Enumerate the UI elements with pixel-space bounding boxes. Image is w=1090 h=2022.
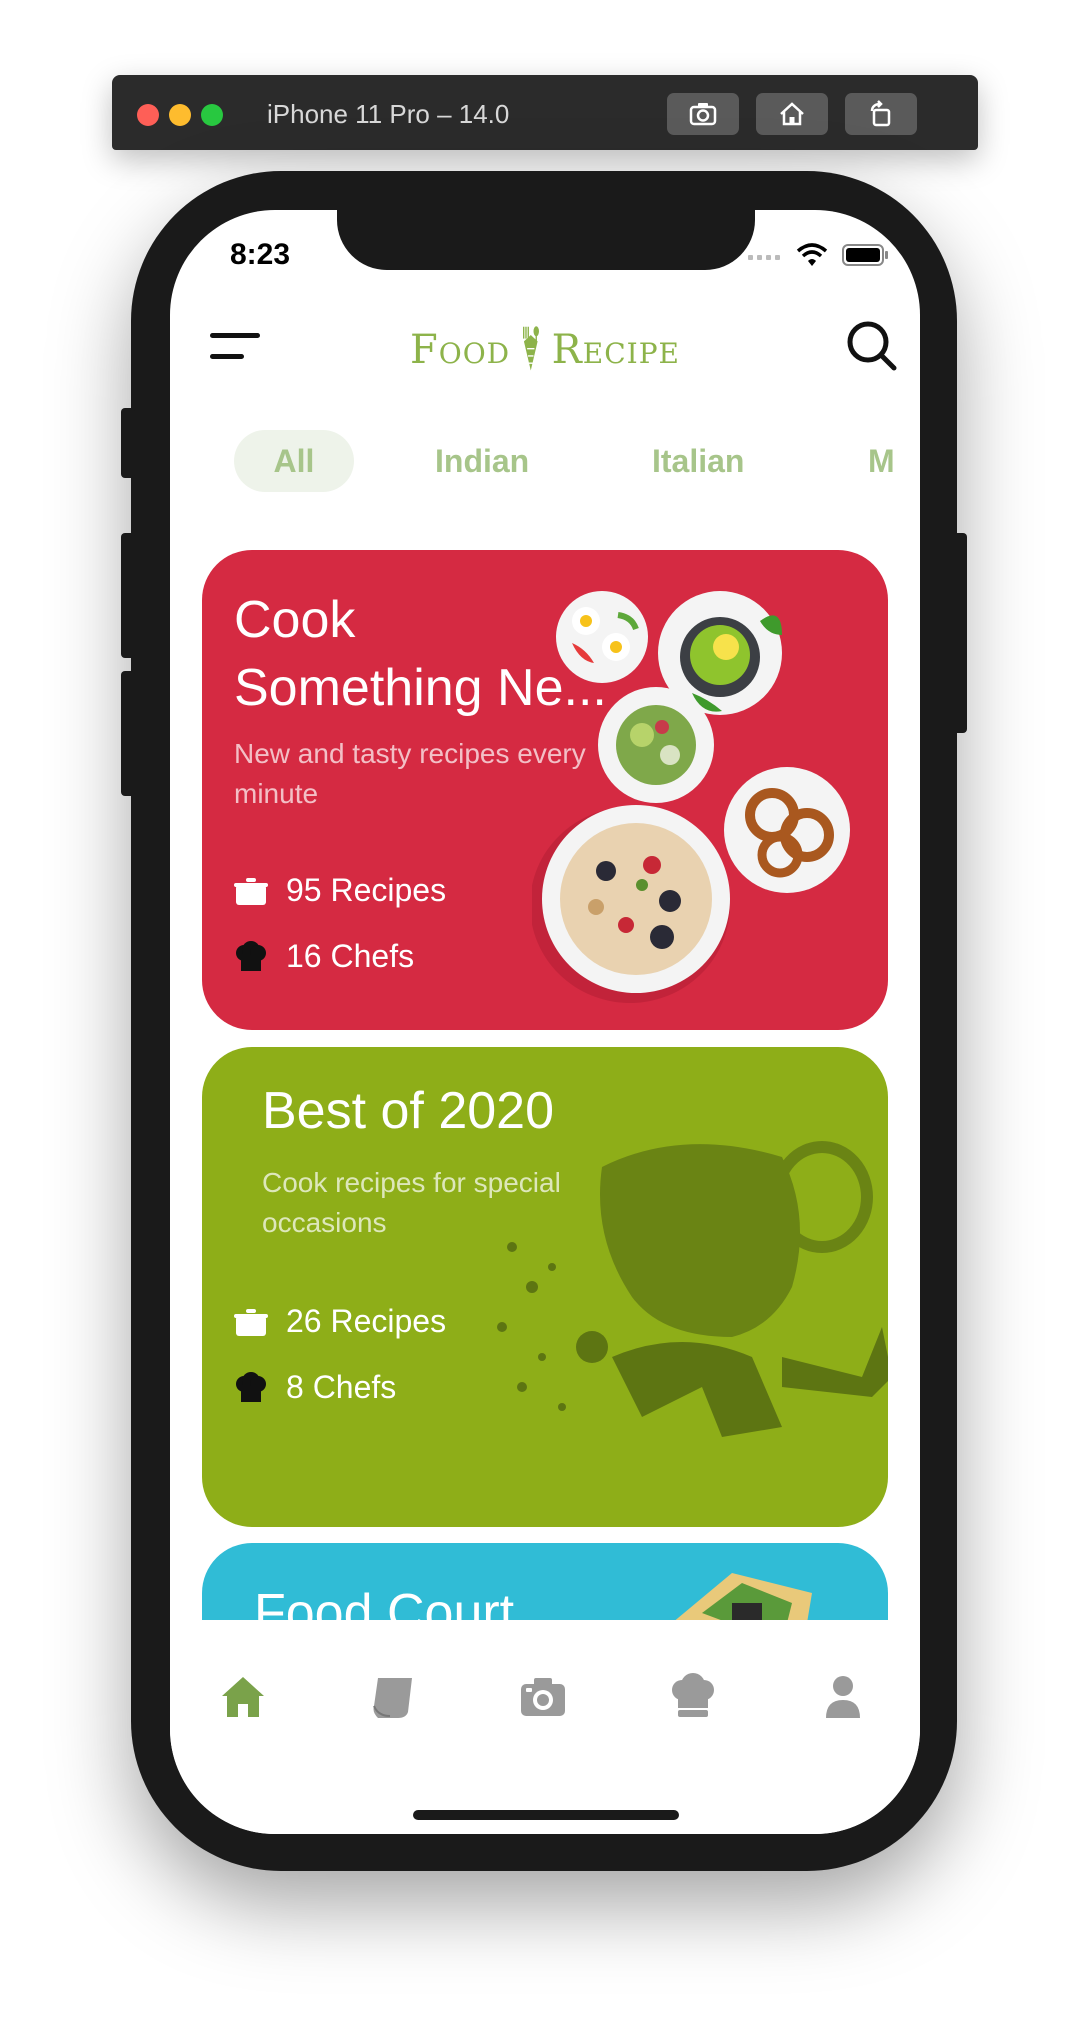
mute-switch (121, 408, 135, 478)
status-time: 8:23 (230, 238, 291, 271)
wifi-icon (796, 243, 828, 266)
card-subtitle: Cook recipes for special occasions (262, 1167, 561, 1238)
volume-down-button (121, 671, 135, 796)
recipe-card-new[interactable]: Cook Something Ne... New and tasty recip… (202, 550, 888, 1030)
screenshot-icon (689, 103, 717, 126)
chefs-count-label: 8 Chefs (286, 1369, 397, 1405)
rotate-icon (870, 100, 891, 127)
chef-hat-icon (236, 1371, 266, 1402)
tab-more[interactable]: M (868, 430, 895, 492)
tab-indian[interactable]: Indian (435, 430, 529, 492)
tab-all[interactable]: All (234, 430, 354, 492)
app-logo: Food Recipe (410, 290, 680, 410)
tab-italian[interactable]: Italian (652, 430, 744, 492)
chefs-count: 16 Chefs (234, 938, 414, 975)
zoom-window-button[interactable] (201, 104, 223, 126)
rotate-button[interactable] (845, 93, 917, 135)
home-icon[interactable] (218, 1672, 268, 1722)
status-icons (748, 242, 890, 268)
signal-icon (748, 255, 780, 260)
category-tabs: All Indian Italian M (170, 430, 920, 500)
home-icon (780, 102, 804, 126)
pot-icon (234, 877, 268, 905)
bottom-navigation (170, 1620, 920, 1834)
search-icon[interactable] (844, 318, 900, 374)
profile-icon[interactable] (818, 1672, 868, 1722)
carrot-utensils-icon (523, 326, 540, 371)
recipes-count: 95 Recipes (234, 872, 446, 909)
recipes-count-label: 26 Recipes (286, 1303, 447, 1339)
food-plates-illustration (532, 591, 850, 1003)
recipes-count: 26 Recipes (234, 1303, 446, 1340)
screenshot-button[interactable] (667, 93, 739, 135)
close-window-button[interactable] (137, 104, 159, 126)
logo-text-right: Recipe (551, 327, 680, 373)
book-icon[interactable] (368, 1672, 418, 1722)
simulator-title: iPhone 11 Pro – 14.0 (267, 99, 510, 129)
home-button[interactable] (756, 93, 828, 135)
home-indicator (413, 1810, 679, 1820)
phone-screen: 8:23 Food Recipe All Indian Italian M Co… (170, 210, 920, 1834)
logo-text-left: Food (410, 327, 511, 373)
recipes-count-label: 95 Recipes (286, 872, 447, 908)
pot-icon (234, 1308, 268, 1336)
chef-hat-icon (236, 940, 266, 971)
battery-icon (842, 244, 888, 266)
volume-up-button (121, 533, 135, 658)
notch (337, 210, 755, 270)
simulator-titlebar: iPhone 11 Pro – 14.0 (112, 75, 978, 150)
chef-hat-icon[interactable] (668, 1672, 718, 1722)
card-title-line1: Cook (234, 591, 356, 649)
camera-icon[interactable] (518, 1672, 568, 1722)
minimize-window-button[interactable] (169, 104, 191, 126)
card-title: Best of 2020 (262, 1082, 554, 1140)
recipe-card-best-2020[interactable]: Best of 2020 Cook recipes for special oc… (202, 1047, 888, 1527)
chefs-count-label: 16 Chefs (286, 938, 415, 974)
menu-icon[interactable] (210, 330, 262, 362)
chefs-count: 8 Chefs (234, 1369, 396, 1406)
power-button (953, 533, 967, 733)
